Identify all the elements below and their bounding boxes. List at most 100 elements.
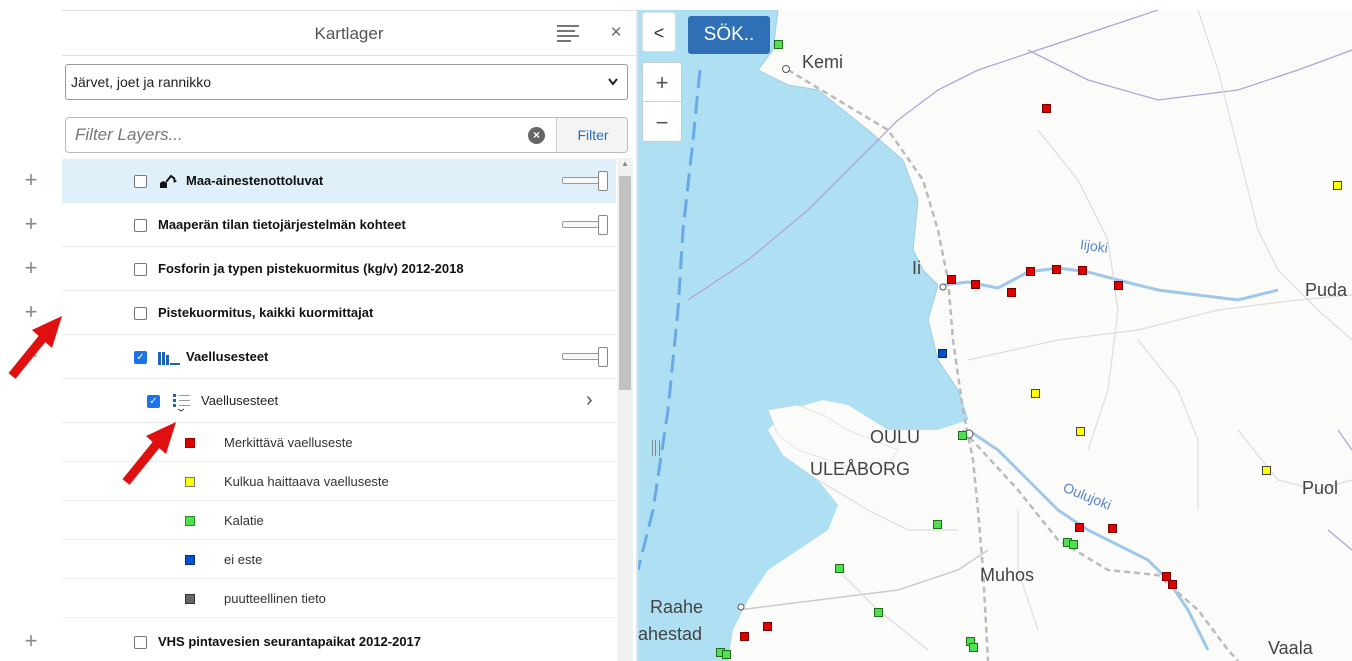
layer-panel: Kartlager × Järvet, joet ja rannikko × F…	[62, 10, 636, 661]
map-marker[interactable]	[1052, 265, 1061, 274]
legend-label: Kalatie	[224, 513, 264, 528]
opacity-slider[interactable]	[562, 215, 608, 235]
map-marker[interactable]	[1026, 267, 1035, 276]
annotation-arrow-icon	[122, 422, 176, 485]
map-marker[interactable]	[1042, 104, 1051, 113]
layer-checkbox[interactable]	[134, 263, 147, 276]
layer-name: VHS pintavesien seurantapaikat 2012-2017	[158, 634, 422, 649]
legend-swatch	[185, 555, 195, 565]
map-marker[interactable]	[763, 622, 772, 631]
layer-row-vhs-pintavesien[interactable]: VHS pintavesien seurantapaikat 2012-2017	[62, 620, 616, 661]
layer-name: Maaperän tilan tietojärjestelmän kohteet	[158, 217, 406, 232]
panel-resize-handle[interactable]	[652, 440, 660, 456]
expand-button[interactable]: +	[0, 246, 62, 290]
legend-item: Kalatie	[62, 501, 616, 540]
clear-icon[interactable]: ×	[528, 127, 545, 144]
layer-name: Fosforin ja typen pistekuormitus (kg/v) …	[158, 261, 464, 276]
map-marker[interactable]	[1069, 540, 1078, 549]
collapse-panel-button[interactable]: <	[642, 12, 676, 52]
map-marker[interactable]	[947, 275, 956, 284]
expand-button[interactable]: +	[0, 619, 62, 661]
map-marker[interactable]	[1333, 181, 1342, 190]
map-marker[interactable]	[774, 40, 783, 49]
sublayer-checkbox[interactable]: ✓	[147, 395, 160, 408]
map-marker[interactable]	[1108, 524, 1117, 533]
map-place-label: OULU	[870, 427, 921, 447]
excavator-icon	[158, 172, 178, 195]
legend-label: puutteellinen tieto	[224, 591, 326, 606]
layer-checkbox[interactable]	[134, 219, 147, 232]
map-canvas	[638, 10, 1352, 661]
filter-button[interactable]: Filter	[556, 118, 627, 152]
layer-checkbox[interactable]: ✓	[134, 351, 147, 364]
map-place-label: Kemi	[802, 52, 844, 72]
menu-icon[interactable]	[557, 25, 579, 43]
map-marker[interactable]	[1031, 389, 1040, 398]
map-marker[interactable]	[1075, 523, 1084, 532]
map-marker[interactable]	[1076, 427, 1085, 436]
layer-row-vaellusesteet[interactable]: ✓ Vaellusesteet	[62, 335, 616, 379]
sublayer-row-vaellusesteet[interactable]: ✓ Vaellusesteet ›	[62, 379, 616, 423]
category-select-value: Järvet, joet ja rannikko	[71, 74, 212, 90]
map-marker[interactable]	[1168, 580, 1177, 589]
map-place-label: Ii	[912, 258, 921, 278]
scroll-up-icon[interactable]: ▲	[617, 158, 633, 170]
map-marker[interactable]	[1007, 288, 1016, 297]
map-marker[interactable]	[969, 643, 978, 652]
map-marker[interactable]	[971, 280, 980, 289]
layer-row-maa-ainestenottoluvat[interactable]: Maa-ainestenottoluvat	[62, 159, 616, 203]
map-marker[interactable]	[1114, 281, 1123, 290]
zoom-out-button[interactable]: −	[643, 103, 681, 142]
map-marker[interactable]	[933, 520, 942, 529]
map-place-label: ULEÅBORG	[810, 459, 911, 479]
filter-input[interactable]	[66, 118, 556, 152]
legend-item: ei este	[62, 540, 616, 579]
map-marker[interactable]	[740, 632, 749, 641]
search-button[interactable]: SÖK..	[688, 16, 770, 54]
legend-label: Kulkua haittaava vaelluseste	[224, 474, 389, 489]
legend-label: Merkittävä vaelluseste	[224, 435, 353, 450]
layer-name: Vaellusesteet	[186, 349, 269, 364]
map-marker[interactable]	[722, 650, 731, 659]
chevron-down-icon	[607, 65, 619, 112]
layer-row-fosforin-ja-typen[interactable]: Fosforin ja typen pistekuormitus (kg/v) …	[62, 247, 616, 291]
layer-checkbox[interactable]	[134, 307, 147, 320]
zoom-in-button[interactable]: +	[643, 63, 681, 102]
expand-button[interactable]: +	[0, 202, 62, 246]
map-place-label: Muhos	[980, 565, 1035, 585]
legend-swatch	[185, 438, 195, 448]
legend-label: ei este	[224, 552, 263, 567]
layer-name: Maa-ainestenottoluvat	[186, 173, 324, 188]
map-place-label: Pudа	[1305, 280, 1348, 300]
legend-swatch	[185, 477, 195, 487]
opacity-slider[interactable]	[562, 171, 608, 191]
map-view[interactable]: Kemi Ii Pudа OULU ULEÅBORG Puol Muhos Ra…	[638, 10, 1352, 661]
map-marker[interactable]	[874, 608, 883, 617]
close-icon[interactable]: ×	[606, 20, 626, 46]
zoom-control: + −	[642, 62, 682, 142]
panel-title: Kartlager	[314, 24, 384, 43]
layer-checkbox[interactable]	[134, 636, 147, 649]
map-marker[interactable]	[835, 564, 844, 573]
legend-list-icon	[172, 392, 192, 417]
map-marker[interactable]	[938, 349, 947, 358]
legend-item: puutteellinen tieto	[62, 579, 616, 618]
layer-list: Maa-ainestenottoluvat Maaperän tilan tie…	[62, 159, 636, 661]
panel-scrollbar[interactable]: ▲	[617, 158, 633, 661]
legend-swatch	[185, 516, 195, 526]
map-place-label: Vaala	[1268, 638, 1313, 658]
expand-button[interactable]: +	[0, 158, 62, 202]
layer-name: Pistekuormitus, kaikki kuormittajat	[158, 305, 374, 320]
filter-bar: × Filter	[65, 117, 628, 153]
map-place-label: ahestad	[638, 624, 703, 644]
layer-row-pistekuormitus[interactable]: Pistekuormitus, kaikki kuormittajat	[62, 291, 616, 335]
map-marker[interactable]	[1262, 466, 1271, 475]
layer-checkbox[interactable]	[134, 175, 147, 188]
category-select[interactable]: Järvet, joet ja rannikko	[65, 64, 628, 100]
map-marker[interactable]	[1078, 266, 1087, 275]
scroll-thumb[interactable]	[619, 176, 631, 390]
layer-row-maaperan-tilan[interactable]: Maaperän tilan tietojärjestelmän kohteet	[62, 203, 616, 247]
chevron-right-icon[interactable]: ›	[586, 379, 593, 421]
map-marker[interactable]	[958, 431, 967, 440]
opacity-slider[interactable]	[562, 347, 608, 367]
